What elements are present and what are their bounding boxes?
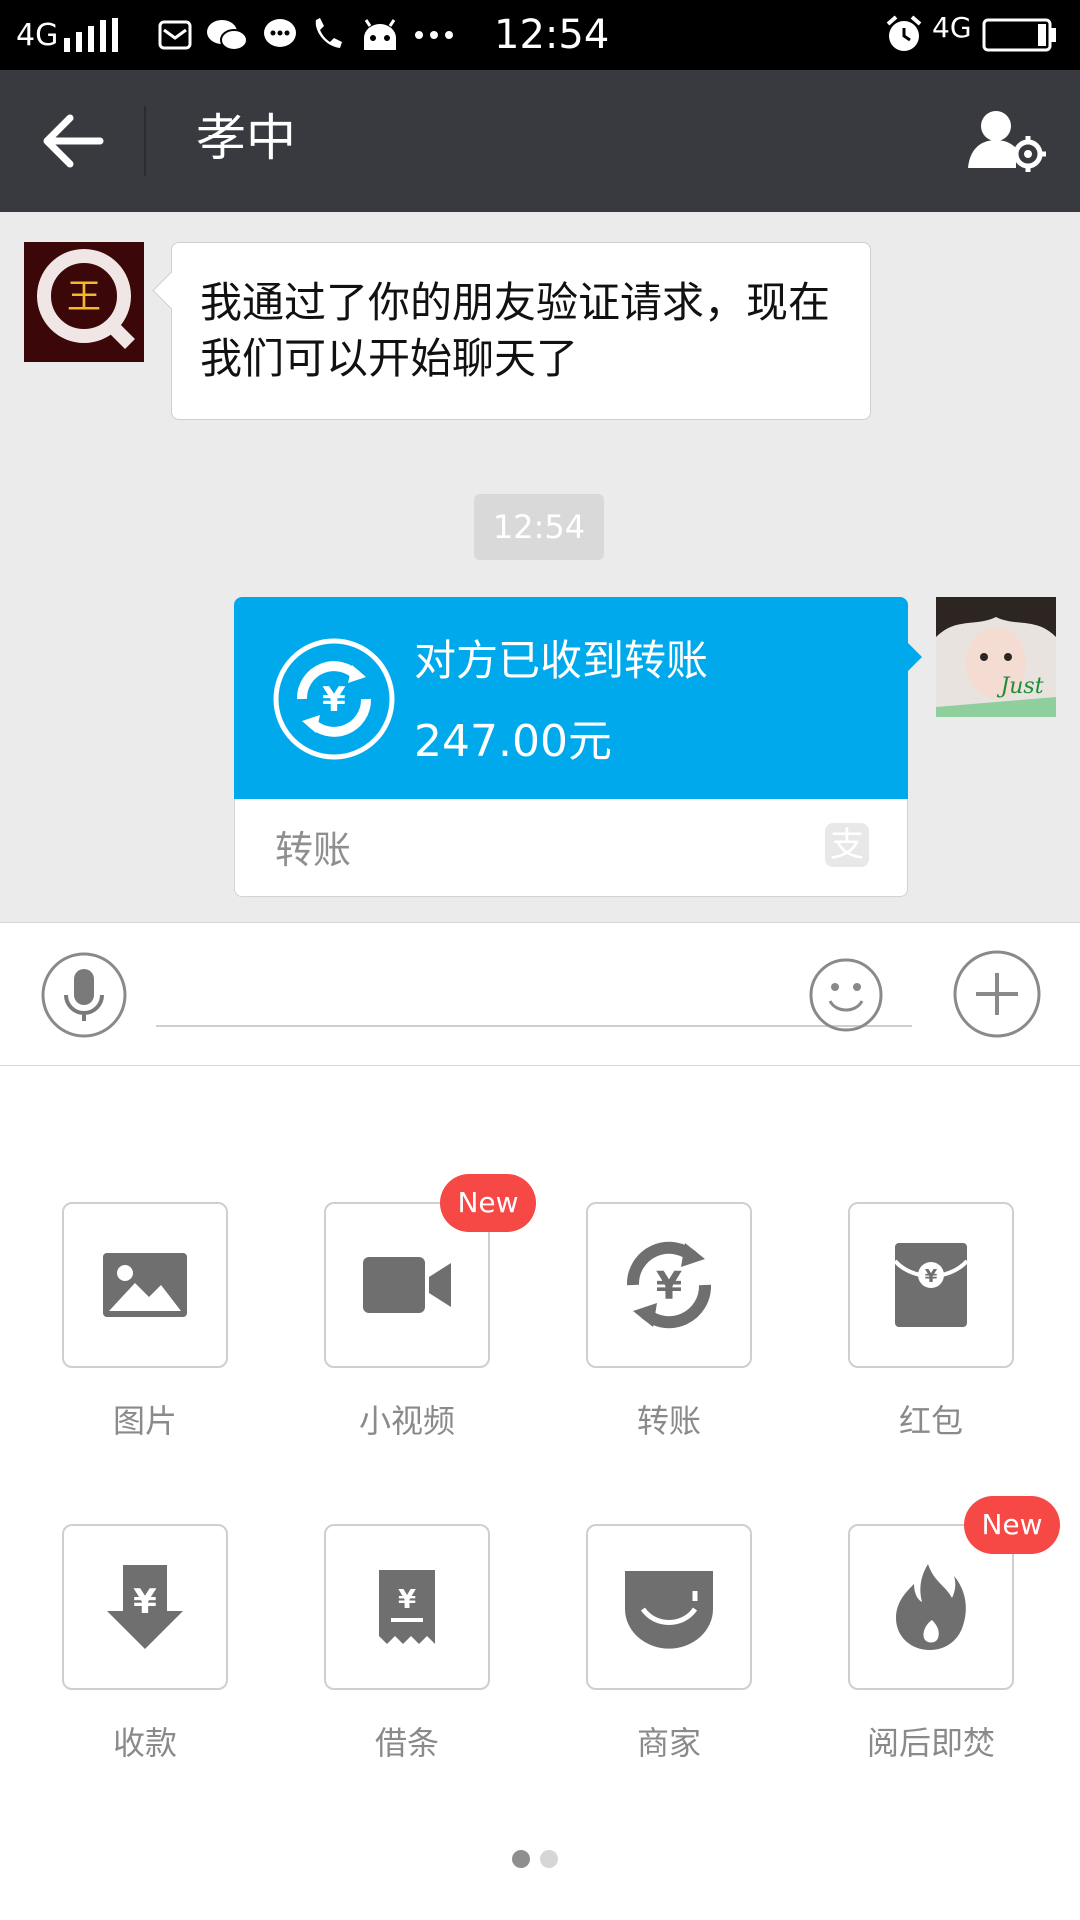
incoming-message-text: 我通过了你的朋友验证请求，现在我们可以开始聊天了 <box>200 278 831 383</box>
transfer-footer-label: 转账 <box>275 828 352 872</box>
mail-icon <box>158 20 192 50</box>
tools-panel: 图片 New 小视频 ¥ 转账 ¥ 红包 ¥ 收款 ¥ 借条 商家 New 阅后… <box>0 1066 1080 1920</box>
svg-text:¥: ¥ <box>925 1266 938 1287</box>
network-type-right: 4G <box>932 10 972 44</box>
transfer-card[interactable]: ¥ 对方已收到转账 247.00元 转账 支 <box>234 597 922 897</box>
tool-image[interactable]: 图片 <box>20 1202 260 1442</box>
tool-transfer-label: 转账 <box>636 1402 701 1440</box>
new-badge: New <box>964 1496 1060 1554</box>
image-icon <box>103 1253 187 1317</box>
transfer-status: 对方已收到转账 <box>414 636 709 685</box>
transfer-amount: 247.00元 <box>414 716 612 767</box>
call-icon <box>315 18 342 48</box>
contact-settings-icon[interactable] <box>966 106 1046 176</box>
transfer-card-header: ¥ 对方已收到转账 247.00元 <box>234 597 922 799</box>
tool-red-packet-label: 红包 <box>898 1402 963 1440</box>
signal-icon <box>64 18 118 52</box>
alipay-logo-icon: 支 <box>825 823 869 867</box>
burn-after-reading-icon <box>896 1564 966 1650</box>
tool-merchant-label: 商家 <box>636 1724 701 1762</box>
message-input[interactable] <box>156 963 912 1027</box>
svg-text:¥: ¥ <box>322 680 346 720</box>
tool-short-video[interactable]: New 小视频 <box>282 1174 536 1442</box>
wechat-icon <box>207 20 248 51</box>
tool-burn-after-reading-label: 阅后即焚 <box>866 1724 995 1762</box>
tool-iou-label: 借条 <box>374 1724 439 1762</box>
microphone-icon[interactable] <box>40 951 128 1039</box>
tool-short-video-label: 小视频 <box>358 1402 455 1440</box>
red-packet-icon: ¥ <box>893 1243 969 1327</box>
chat-title: 孝中 <box>196 109 296 167</box>
status-time: 12:54 <box>494 12 610 58</box>
transfer-icon: ¥ <box>627 1241 711 1329</box>
tool-merchant[interactable]: 商家 <box>544 1524 784 1764</box>
iou-icon: ¥ <box>379 1570 435 1644</box>
message-input-bar <box>0 922 1080 1066</box>
my-avatar[interactable]: Just <box>936 597 1056 717</box>
battery-icon <box>982 18 1056 52</box>
tool-burn-after-reading[interactable]: New 阅后即焚 <box>806 1496 1060 1764</box>
tool-receive-money[interactable]: ¥ 收款 <box>20 1524 260 1764</box>
message-icon <box>264 19 296 47</box>
video-camera-icon <box>363 1257 451 1313</box>
page-dot[interactable] <box>540 1850 558 1868</box>
tool-image-label: 图片 <box>112 1402 177 1440</box>
page-indicator <box>0 1850 1080 1870</box>
chat-header: 孝中 <box>0 70 1080 212</box>
network-type: 4G <box>16 17 59 53</box>
back-arrow-icon[interactable] <box>38 110 108 172</box>
emoji-icon[interactable] <box>808 957 884 1033</box>
tool-transfer[interactable]: ¥ 转账 <box>544 1202 784 1442</box>
android-icon <box>364 19 396 50</box>
chat-area: 王 我通过了你的朋友验证请求，现在我们可以开始聊天了 12:54 ¥ 对方已收到… <box>0 212 1080 922</box>
status-bar: 4G 12:54 4G <box>0 0 1080 70</box>
svg-text:¥: ¥ <box>133 1582 157 1622</box>
header-divider <box>144 106 146 176</box>
alarm-icon <box>886 15 922 51</box>
tool-iou[interactable]: ¥ 借条 <box>282 1524 522 1764</box>
merchant-icon <box>625 1571 713 1649</box>
incoming-message-bubble[interactable]: 我通过了你的朋友验证请求，现在我们可以开始聊天了 <box>171 242 871 420</box>
plus-icon[interactable] <box>952 949 1042 1039</box>
svg-text:Just: Just <box>996 674 1043 699</box>
page-dot-active[interactable] <box>512 1850 530 1868</box>
svg-text:¥: ¥ <box>398 1585 416 1615</box>
svg-text:王: 王 <box>67 277 101 317</box>
more-dots-icon <box>415 31 453 39</box>
new-badge: New <box>440 1174 536 1232</box>
contact-avatar[interactable]: 王 <box>24 242 144 362</box>
transfer-icon: ¥ <box>273 638 395 760</box>
tool-red-packet[interactable]: ¥ 红包 <box>806 1202 1046 1442</box>
message-timestamp: 12:54 <box>474 494 604 560</box>
receive-money-icon: ¥ <box>107 1565 183 1649</box>
transfer-card-footer: 转账 支 <box>234 799 908 897</box>
svg-text:¥: ¥ <box>656 1264 682 1308</box>
tool-receive-money-label: 收款 <box>112 1724 177 1762</box>
